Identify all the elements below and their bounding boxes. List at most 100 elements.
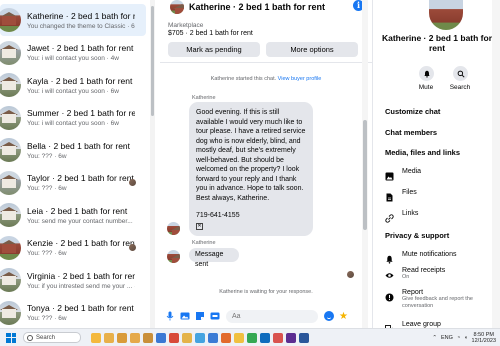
conversation-preview: You: ??? · 6w	[27, 250, 67, 257]
conversation-avatar	[0, 105, 21, 130]
conversation-preview: You: if you intrested send me your ... ·…	[27, 282, 135, 290]
details-scrollbar[interactable]	[492, 0, 500, 328]
app-icon[interactable]	[299, 332, 309, 343]
app-icon[interactable]	[195, 332, 205, 343]
microphone-icon[interactable]	[165, 311, 175, 321]
chevron-up-icon[interactable]: ⌃	[432, 335, 437, 341]
app-icon[interactable]	[182, 332, 192, 343]
scrollbar-thumb[interactable]	[151, 6, 154, 116]
waiting-notice: Katherine is waiting for your response.	[219, 289, 313, 295]
conversation-item[interactable]: Katherine · 2 bed 1 bath for rentYou cha…	[0, 4, 146, 36]
conversation-item[interactable]: Virginia · 2 bed 1 bath for rent You: if …	[0, 264, 146, 296]
app-icon[interactable]	[143, 332, 153, 343]
app-icon[interactable]	[130, 332, 140, 343]
mute-notifications-row[interactable]: Mute notifications	[385, 251, 456, 264]
chat-started-text: Katherine started this chat.	[210, 76, 277, 82]
leave-group-row[interactable]: Leave group	[385, 321, 441, 328]
view-buyer-profile-link[interactable]: View buyer profile	[278, 76, 322, 82]
seen-avatar-icon	[129, 243, 136, 251]
conversation-name: Jawet · 2 bed 1 bath for rent	[27, 43, 134, 53]
like-icon[interactable]: ★	[339, 311, 348, 322]
app-icon[interactable]	[221, 332, 231, 343]
windows-start-icon[interactable]	[6, 332, 16, 343]
files-row[interactable]: Files	[385, 189, 417, 202]
read-receipts-label: Read receipts	[402, 267, 446, 274]
app-icon[interactable]	[169, 332, 179, 343]
conversation-avatar	[0, 40, 21, 65]
app-icon[interactable]	[234, 332, 244, 343]
language-indicator[interactable]: ENG	[441, 335, 453, 341]
clock[interactable]: 8:50 PM 12/1/2023	[472, 332, 496, 344]
chat-title[interactable]: Katherine · 2 bed 1 bath for rent	[189, 2, 325, 12]
clock-time: 8:50 PM	[473, 331, 494, 338]
chat-header: Katherine · 2 bed 1 bath for rent i	[160, 0, 372, 14]
listing-price[interactable]: $705 · 2 bed 1 bath for rent	[168, 30, 253, 37]
app-icon[interactable]	[273, 332, 283, 343]
conversation-preview: You: send me your contact number... · 6w	[27, 217, 135, 225]
conversation-item[interactable]: Bella · 2 bed 1 bath for rent You: ??? · …	[0, 134, 146, 166]
conversation-list-scrollbar[interactable]	[150, 0, 155, 328]
conversation-item[interactable]: Tonya · 2 bed 1 bath for rent You: ??? · …	[0, 297, 146, 329]
conversation-preview: You: ??? · 6w	[27, 152, 67, 160]
app-icon[interactable]	[104, 332, 114, 343]
conversation-item[interactable]: Summer · 2 bed 1 bath for rent You: i wil…	[0, 102, 146, 134]
file-icon	[385, 189, 394, 202]
leave-group-label: Leave group	[402, 321, 441, 328]
bell-icon	[385, 251, 394, 264]
panel-avatar[interactable]	[429, 0, 463, 30]
chat-scrollbar-thumb[interactable]	[363, 120, 367, 230]
chat-pane: Katherine · 2 bed 1 bath for rent i Mark…	[160, 0, 372, 328]
conversation-preview: You: i will contact you soon · 4w	[27, 55, 119, 62]
photo-icon[interactable]	[180, 311, 190, 321]
seen-avatar-icon	[129, 178, 136, 186]
volume-icon[interactable]: ◖	[464, 335, 467, 341]
chat-header-avatar[interactable]	[170, 0, 184, 14]
conversation-name: Kenzie · 2 bed 1 bath for rent	[27, 238, 135, 248]
conversation-item[interactable]: Jawet · 2 bed 1 bath for rent You: i will…	[0, 37, 146, 69]
seen-avatar-icon	[347, 271, 354, 278]
search-icon	[457, 70, 465, 78]
more-options-button[interactable]: More options	[266, 42, 358, 57]
app-icon[interactable]	[286, 332, 296, 343]
conversation-item[interactable]: Leia · 2 bed 1 bath for rent You: send me…	[0, 199, 146, 231]
edge-icon[interactable]	[260, 332, 270, 343]
messenger-window: Katherine · 2 bed 1 bath for rentYou cha…	[0, 0, 500, 346]
conversation-item[interactable]: Taylor · 2 bed 1 bath for rent You: ??? ·…	[0, 167, 146, 199]
incoming-message-bubble[interactable]: Good evening. If this is still available…	[189, 102, 313, 236]
customize-chat-section[interactable]: Customize chat	[385, 107, 440, 116]
app-icon[interactable]	[208, 332, 218, 343]
message-input[interactable]	[226, 309, 318, 323]
chat-scrollbar[interactable]	[362, 0, 368, 328]
conversation-name: Virginia · 2 bed 1 bath for rent	[27, 270, 135, 281]
report-row[interactable]: Report Give feedback and report the conv…	[385, 289, 497, 310]
app-icon[interactable]	[156, 332, 166, 343]
message-sent-bubble[interactable]: Message sent	[189, 248, 239, 268]
links-row[interactable]: Links	[385, 210, 418, 223]
sender-avatar-2[interactable]	[167, 250, 180, 263]
conversation-preview: You: i will contact you soon · 6w	[27, 87, 119, 95]
folder-app-icon[interactable]	[91, 332, 101, 343]
conversation-item[interactable]: Kayla · 2 bed 1 bath for rent You: i will…	[0, 69, 146, 101]
search-button[interactable]	[453, 66, 468, 81]
privacy-support-section[interactable]: Privacy & support	[385, 231, 449, 240]
conversation-name: Bella · 2 bed 1 bath for rent	[27, 140, 131, 151]
taskbar-search[interactable]: Search	[23, 332, 81, 343]
read-receipts-row[interactable]: Read receipts On	[385, 267, 497, 281]
wifi-icon[interactable]: ◔	[457, 335, 460, 341]
conversation-avatar	[0, 203, 21, 227]
conversation-item[interactable]: Kenzie · 2 bed 1 bath for rent You: ??? ·…	[0, 232, 146, 264]
media-row[interactable]: Media	[385, 168, 421, 181]
chat-members-section[interactable]: Chat members	[385, 128, 437, 137]
chrome-icon[interactable]	[247, 332, 257, 343]
mute-button[interactable]	[419, 66, 434, 81]
gif-icon[interactable]	[210, 311, 220, 321]
link-icon	[385, 210, 394, 223]
emoji-icon[interactable]	[324, 311, 334, 321]
sticker-icon[interactable]	[195, 311, 205, 321]
warning-icon	[385, 289, 394, 302]
mark-as-pending-button[interactable]: Mark as pending	[168, 42, 260, 57]
sender-avatar[interactable]	[167, 222, 180, 235]
media-files-links-section[interactable]: Media, files and links	[385, 148, 460, 157]
media-icon	[385, 168, 394, 181]
app-icon[interactable]	[117, 332, 127, 343]
